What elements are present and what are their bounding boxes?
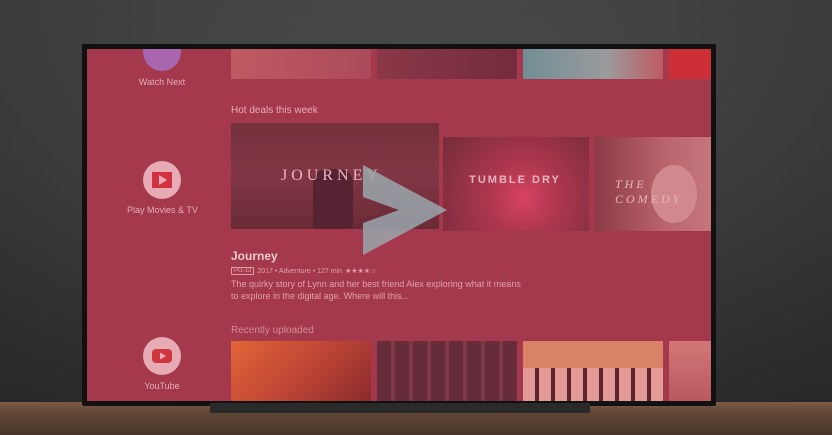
watch-next-icon (143, 49, 181, 71)
sidebar-item-label: YouTube (144, 381, 180, 391)
android-tv-play-logo-icon (363, 165, 447, 255)
tv-screen: Watch Next Play Movies & TV YouTube Hot … (87, 49, 711, 401)
sidebar-item-watch-next[interactable]: Watch Next (127, 49, 197, 87)
top-row-tile-3[interactable] (523, 49, 663, 79)
play-movies-icon (143, 161, 181, 199)
top-row-tile-4[interactable] (669, 49, 711, 79)
tile-tumble-dry-text: TUMBLE DRY (469, 174, 561, 186)
sidebar-item-label: Watch Next (138, 77, 186, 87)
featured-description: The quirky story of Lynn and her best fr… (231, 279, 521, 301)
tile-mixer[interactable] (377, 341, 517, 401)
rating-badge: PG-13 (231, 267, 255, 275)
top-row-tile-2[interactable] (377, 49, 517, 79)
row-title-recently-uploaded: Recently uploaded (231, 325, 314, 336)
tile-shelf[interactable] (669, 341, 711, 401)
top-row-tile-1[interactable] (231, 49, 371, 79)
tile-the-comedy-text: THE COMEDY (615, 177, 683, 206)
sidebar-item-label: Play Movies & TV (127, 205, 198, 215)
youtube-icon (143, 337, 181, 375)
featured-meta: PG-13 2017 • Adventure • 127 min ★★★★☆ (231, 267, 376, 275)
tile-keyboard[interactable] (523, 341, 663, 401)
tv-stand (210, 403, 590, 413)
featured-meta-text: 2017 • Adventure • 127 min (257, 267, 343, 275)
row-title-hot-deals: Hot deals this week (231, 105, 318, 116)
tile-the-comedy[interactable]: THE COMEDY (595, 137, 711, 231)
tile-tumble-dry[interactable]: TUMBLE DRY (443, 137, 589, 231)
sidebar-item-play-movies[interactable]: Play Movies & TV (127, 161, 198, 215)
tile-guitar[interactable] (231, 341, 371, 401)
star-rating: ★★★★☆ (345, 268, 377, 275)
sidebar-item-youtube[interactable]: YouTube (127, 337, 197, 391)
tv-frame: Watch Next Play Movies & TV YouTube Hot … (82, 44, 716, 406)
featured-title: Journey (231, 249, 278, 263)
